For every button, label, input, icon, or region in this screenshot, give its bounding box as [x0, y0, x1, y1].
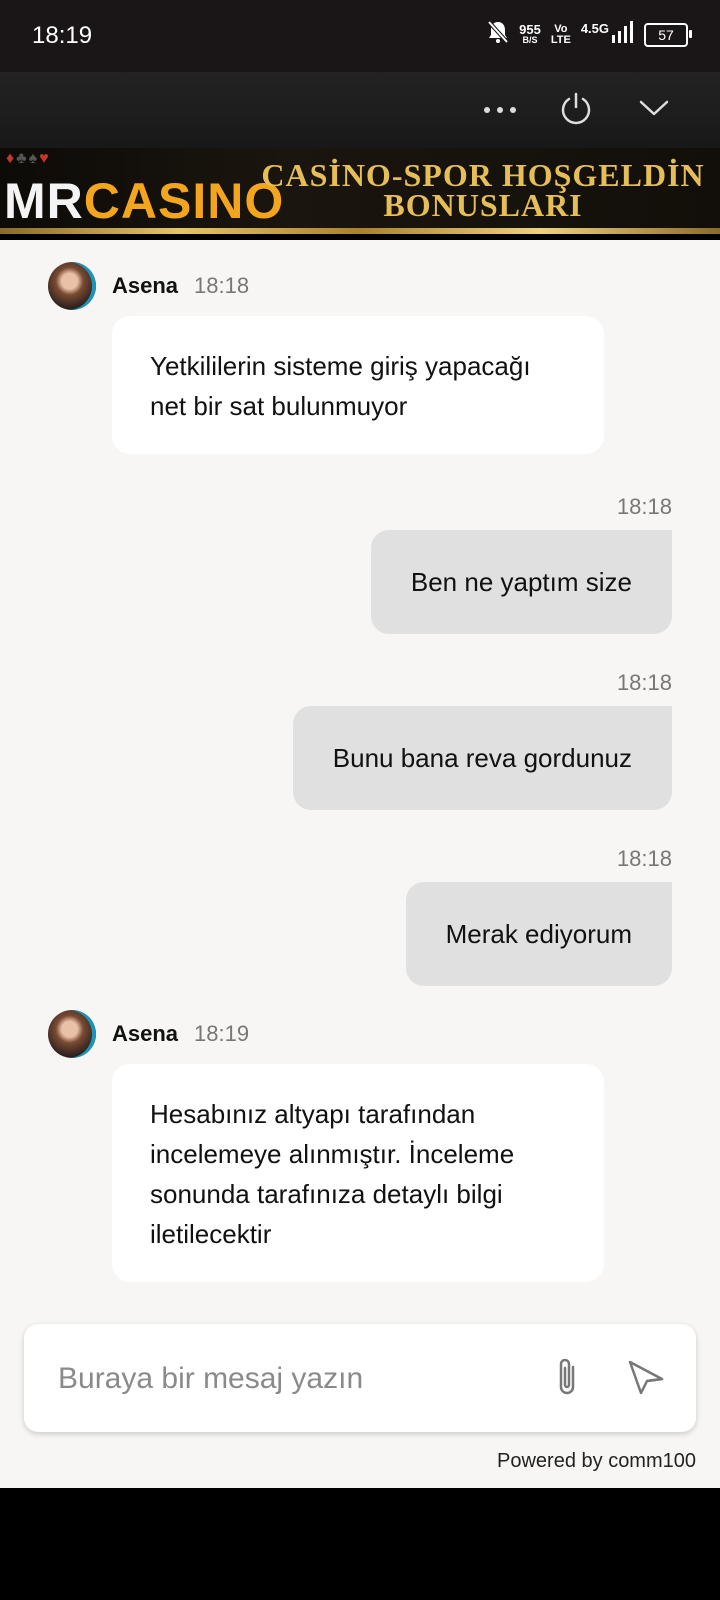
card-suits-icon: ♦♣♠♥: [6, 150, 51, 167]
message-text: Ben ne yaptım size: [410, 566, 632, 597]
message-text: Merak ediyorum: [445, 918, 632, 949]
signal-group: 4.5G: [581, 21, 634, 48]
net-speed-value: 955: [519, 21, 541, 37]
send-button[interactable]: [622, 1356, 670, 1402]
chat-transcript[interactable]: Asena 18:18 Yetkililerin sisteme giriş y…: [0, 240, 720, 1488]
agent-message-header: Asena 18:18: [48, 262, 249, 310]
send-icon: [627, 1359, 665, 1400]
message-input[interactable]: [56, 1348, 500, 1410]
agent-name: Asena: [112, 1021, 179, 1046]
banner-headline-line2: BONUSLARI: [383, 187, 583, 223]
banner-headline-line1: CASİNO-SPOR HOŞGELDİN: [261, 157, 705, 193]
volte-indicator: Vo LTE: [550, 22, 571, 46]
battery-level: 57: [658, 26, 674, 43]
message-text: Yetkililerin sisteme giriş yapacağı net …: [150, 351, 531, 421]
paperclip-icon: [553, 1355, 583, 1404]
brand-logo: MRCASINO: [4, 176, 284, 226]
visitor-message-bubble: Ben ne yaptım size: [370, 530, 672, 634]
message-time: 18:18: [194, 273, 250, 298]
visitor-message-bubble: Merak ediyorum: [405, 882, 672, 986]
message-time: 18:18: [616, 494, 672, 519]
more-dots-icon: [483, 101, 517, 119]
chevron-down-icon: [639, 99, 669, 122]
message-text: Bunu bana reva gordunuz: [332, 742, 632, 773]
mute-bell-icon: [487, 20, 509, 49]
chat-header: [0, 72, 720, 148]
volte-top: Vo: [554, 22, 568, 35]
minimize-button[interactable]: [634, 90, 674, 130]
message-time: 18:19: [194, 1021, 250, 1046]
network-type: 4.5G: [580, 21, 609, 36]
agent-message-header: Asena 18:19: [48, 1010, 249, 1058]
banner-headline: CASİNO-SPOR HOŞGELDİN BONUSLARI: [258, 157, 708, 223]
agent-avatar: [48, 262, 96, 310]
volte-bottom: LTE: [550, 33, 571, 46]
status-icons: 955 B/S Vo LTE 4.5G 57: [487, 20, 692, 49]
power-icon: [559, 91, 593, 130]
logo-mr: MR: [4, 173, 84, 229]
status-time: 18:19: [32, 22, 93, 49]
powered-by-link[interactable]: Powered by comm100: [497, 1450, 696, 1473]
visitor-message-bubble: Bunu bana reva gordunuz: [292, 706, 672, 810]
attach-button[interactable]: [544, 1354, 592, 1404]
logo-casino: CASINO: [83, 173, 285, 229]
signal-icon: [612, 21, 634, 48]
system-nav-bar: [0, 1488, 720, 1600]
end-chat-button[interactable]: [556, 90, 596, 130]
agent-message-bubble: Hesabınız altyapı tarafından incelemeye …: [112, 1064, 604, 1282]
status-bar: 18:19 955 B/S Vo LTE 4.5G 57: [0, 0, 720, 72]
agent-message-bubble: Yetkililerin sisteme giriş yapacağı net …: [112, 316, 604, 454]
agent-name: Asena: [112, 273, 179, 298]
net-speed: 955 B/S: [519, 21, 541, 46]
battery-icon: 57: [644, 22, 692, 47]
casino-banner[interactable]: ♦♣♠♥ MRCASINO CASİNO-SPOR HOŞGELDİN BONU…: [0, 148, 720, 234]
agent-avatar: [48, 1010, 96, 1058]
more-options-button[interactable]: [480, 90, 520, 130]
message-time: 18:18: [616, 670, 672, 695]
message-composer: [24, 1324, 696, 1432]
message-time: 18:18: [616, 846, 672, 871]
message-text: Hesabınız altyapı tarafından incelemeye …: [150, 1099, 515, 1249]
